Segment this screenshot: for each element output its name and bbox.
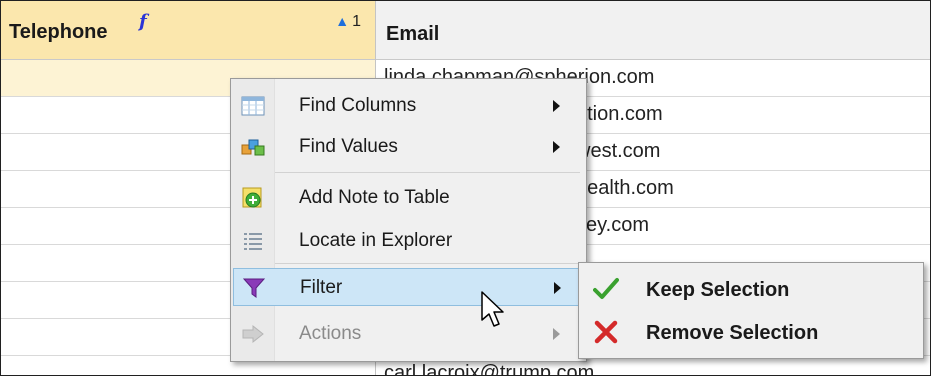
email-value: west.com <box>576 140 661 162</box>
filter-submenu: Keep Selection Remove Selection <box>578 262 924 359</box>
email-value: carl.lacroix@trump.com <box>384 362 595 376</box>
column-header-label: Email <box>386 23 440 45</box>
cubes-icon <box>241 136 265 158</box>
submenu-item-remove-selection[interactable]: Remove Selection <box>581 312 921 352</box>
submenu-arrow-icon <box>553 100 560 112</box>
menu-item-find-values[interactable]: Find Values <box>233 128 584 166</box>
mouse-pointer-icon <box>480 290 506 330</box>
context-menu: Find Columns Find Values Add Note to Tab… <box>230 78 587 362</box>
arrow-right-icon <box>241 323 265 345</box>
email-value: ation.com <box>576 103 663 125</box>
column-header-email[interactable]: Email <box>376 1 930 60</box>
table-view: Telephone f ▲ 1 Email linda.chapman@spher… <box>0 0 931 376</box>
menu-item-add-note[interactable]: Add Note to Table <box>233 179 584 217</box>
list-icon <box>241 230 265 252</box>
submenu-arrow-icon <box>553 141 560 153</box>
add-note-icon <box>241 187 265 209</box>
column-header-telephone[interactable]: Telephone f ▲ 1 <box>1 1 375 60</box>
sort-ascending-icon: ▲ <box>335 13 350 29</box>
menu-item-label: Find Columns <box>299 95 417 116</box>
submenu-item-label: Remove Selection <box>646 322 819 344</box>
menu-separator <box>275 263 580 264</box>
menu-item-actions[interactable]: Actions <box>233 315 584 353</box>
menu-item-find-columns[interactable]: Find Columns <box>233 87 584 125</box>
x-mark-icon <box>593 320 619 344</box>
menu-item-label: Actions <box>299 323 362 344</box>
submenu-arrow-icon <box>554 282 561 294</box>
menu-item-label: Locate in Explorer <box>299 230 453 251</box>
email-value: health.com <box>576 177 674 199</box>
submenu-item-keep-selection[interactable]: Keep Selection <box>581 269 921 309</box>
checkmark-icon <box>593 277 619 301</box>
submenu-item-label: Keep Selection <box>646 279 790 301</box>
table-grid-icon <box>241 95 265 117</box>
column-header-label: Telephone <box>9 21 108 43</box>
menu-item-locate-in-explorer[interactable]: Locate in Explorer <box>233 222 584 260</box>
menu-item-label: Find Values <box>299 136 398 157</box>
menu-separator <box>275 172 580 173</box>
calculated-column-icon: f <box>139 11 147 32</box>
menu-item-filter[interactable]: Filter <box>233 268 584 306</box>
submenu-arrow-icon <box>553 328 560 340</box>
menu-item-label: Filter <box>300 277 343 298</box>
menu-item-label: Add Note to Table <box>299 187 450 208</box>
sort-indicator[interactable]: ▲ 1 <box>335 13 361 31</box>
funnel-icon <box>242 277 266 299</box>
